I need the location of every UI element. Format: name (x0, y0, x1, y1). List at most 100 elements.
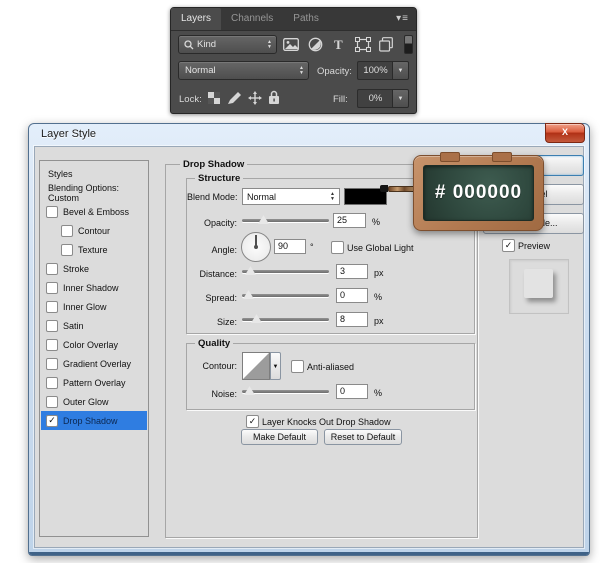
angle-label: Angle: (211, 245, 237, 255)
use-global-light-checkbox[interactable] (331, 241, 344, 254)
checkbox[interactable] (46, 357, 58, 370)
opacity-value-field[interactable]: 25 (333, 213, 366, 228)
opacity-dropdown-arrow[interactable]: ▼ (392, 61, 409, 80)
sidebar-item-inner-shadow[interactable]: Inner Shadow (41, 278, 147, 297)
style-preview-swatch (524, 269, 553, 298)
opacity-slider[interactable] (242, 215, 329, 225)
sidebar-item-bevel-emboss[interactable]: Bevel & Emboss (41, 202, 147, 221)
preview-label: Preview (518, 241, 551, 251)
styles-list: Styles Blending Options: Custom Bevel & … (39, 160, 149, 537)
angle-center-dot (254, 245, 258, 249)
kind-filter-dropdown[interactable]: Kind ▲ ▼ (178, 35, 277, 54)
filter-smart-object-icon[interactable] (379, 37, 393, 52)
filter-shape-layers-icon[interactable] (355, 37, 371, 52)
color-callout-badge: # 000000 (413, 152, 544, 231)
checkbox-checked[interactable]: ✓ (46, 414, 58, 427)
blend-mode-dropdown[interactable]: Normal ▲ ▼ (242, 188, 340, 205)
distance-value-field[interactable]: 3 (336, 264, 368, 279)
reset-to-default-button[interactable]: Reset to Default (324, 429, 402, 445)
checkbox[interactable] (61, 224, 73, 237)
slider-track (242, 270, 329, 273)
distance-slider[interactable] (242, 266, 329, 276)
contour-thumbnail[interactable] (242, 352, 270, 380)
angle-value-field[interactable]: 90 (274, 239, 306, 254)
filter-type-layers-icon[interactable]: T (334, 37, 343, 53)
fill-value[interactable]: 0% (357, 89, 393, 108)
checkbox[interactable] (46, 319, 58, 332)
sidebar-item-drop-shadow[interactable]: ✓ Drop Shadow (41, 411, 147, 430)
badge-hinge (440, 152, 460, 162)
sidebar-item-label: Inner Shadow (63, 282, 119, 293)
slider-track (242, 390, 329, 393)
sidebar-item-gradient-overlay[interactable]: Gradient Overlay (41, 354, 147, 373)
filter-adjustment-layers-icon[interactable] (308, 37, 323, 52)
sidebar-item-label: Drop Shadow (63, 415, 118, 426)
opacity-unit: % (372, 217, 381, 227)
spread-unit: % (374, 292, 383, 302)
checkbox[interactable] (46, 281, 58, 294)
panel-blend-mode-dropdown[interactable]: Normal ▲ ▼ (178, 61, 309, 80)
panel-tab-bar: Layers Channels Paths ▾≡ (171, 8, 416, 31)
lock-transparency-icon[interactable] (208, 92, 220, 104)
layer-knocks-out-checkbox[interactable]: ✓ (246, 415, 259, 428)
dialog-title: Layer Style (41, 128, 97, 140)
search-icon (184, 39, 194, 49)
close-icon: X (561, 127, 568, 137)
window-bottom-edge (29, 552, 589, 555)
sidebar-item-label: Pattern Overlay (63, 377, 126, 388)
size-slider[interactable] (242, 314, 329, 324)
fill-dropdown-arrow[interactable]: ▼ (392, 89, 409, 108)
noise-slider[interactable] (242, 386, 329, 396)
checkbox[interactable] (46, 376, 58, 389)
tab-layers[interactable]: Layers (171, 8, 222, 30)
size-value-field[interactable]: 8 (336, 312, 368, 327)
filtering-toggle-switch[interactable] (404, 35, 413, 54)
angle-unit: ° (310, 242, 314, 252)
menu-lines-icon: ≡ (402, 13, 409, 24)
anti-aliased-label: Anti-aliased (307, 362, 355, 372)
sidebar-item-label: Satin (63, 320, 84, 331)
spread-slider[interactable] (242, 290, 329, 300)
tab-paths[interactable]: Paths (283, 8, 329, 30)
panel-blend-mode-value: Normal (185, 65, 216, 76)
lock-position-move-icon[interactable] (248, 91, 262, 105)
sidebar-item-stroke[interactable]: Stroke (41, 259, 147, 278)
sidebar-item-color-overlay[interactable]: Color Overlay (41, 335, 147, 354)
close-button[interactable]: X (545, 123, 585, 143)
contour-picker-arrow[interactable]: ▼ (270, 352, 281, 380)
sidebar-item-pattern-overlay[interactable]: Pattern Overlay (41, 373, 147, 392)
checkbox[interactable] (46, 262, 58, 275)
lock-image-brush-icon[interactable] (227, 91, 242, 105)
preview-checkbox[interactable]: ✓ (502, 239, 515, 252)
lock-all-icon[interactable] (268, 90, 280, 105)
checkbox[interactable] (46, 205, 58, 218)
distance-unit: px (374, 268, 384, 278)
structure-group-label: Structure (195, 173, 244, 184)
sidebar-item-label: Stroke (63, 263, 90, 274)
anti-aliased-checkbox[interactable] (291, 360, 304, 373)
make-default-button[interactable]: Make Default (241, 429, 318, 445)
opacity-label: Opacity: (317, 66, 352, 77)
checkbox[interactable] (46, 395, 58, 408)
spread-value-field[interactable]: 0 (336, 288, 368, 303)
checkbox[interactable] (46, 300, 58, 313)
sidebar-item-inner-glow[interactable]: Inner Glow (41, 297, 147, 316)
sidebar-item-texture[interactable]: Texture (41, 240, 147, 259)
opacity-value[interactable]: 100% (357, 61, 393, 80)
slider-track (242, 294, 329, 297)
screen: Layers Channels Paths ▾≡ Kind ▲ ▼ T Norma… (0, 0, 600, 563)
tab-channels[interactable]: Channels (221, 8, 283, 30)
angle-dial[interactable] (241, 232, 271, 262)
sidebar-item-blending-options[interactable]: Blending Options: Custom (41, 183, 147, 203)
checkbox[interactable] (61, 243, 73, 256)
sidebar-item-contour[interactable]: Contour (41, 221, 147, 240)
sidebar-item-satin[interactable]: Satin (41, 316, 147, 335)
drop-shadow-section-label: Drop Shadow (180, 159, 248, 170)
noise-unit: % (374, 388, 383, 398)
panel-menu-icon[interactable]: ▾≡ (396, 8, 416, 30)
filter-pixel-layers-icon[interactable] (283, 38, 299, 51)
sidebar-item-styles[interactable]: Styles (41, 164, 147, 183)
checkbox[interactable] (46, 338, 58, 351)
noise-value-field[interactable]: 0 (336, 384, 368, 399)
sidebar-item-outer-glow[interactable]: Outer Glow (41, 392, 147, 411)
